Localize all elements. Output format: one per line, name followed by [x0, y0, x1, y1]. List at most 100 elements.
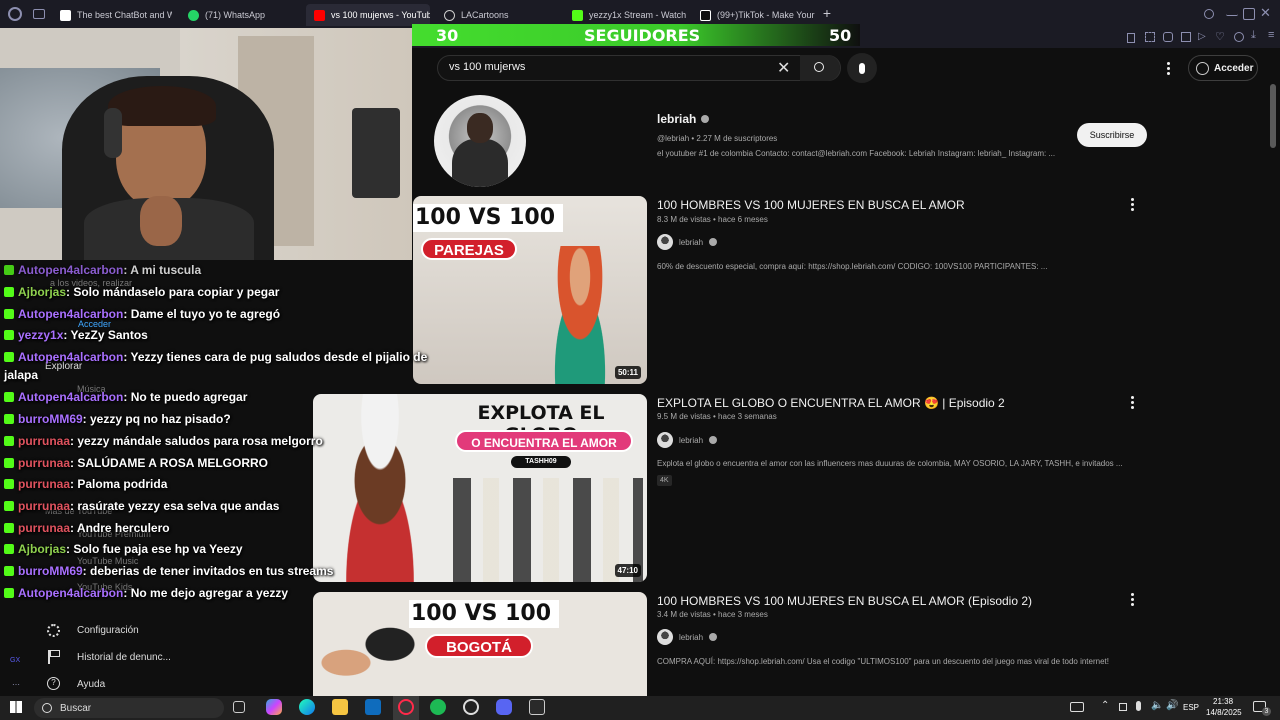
search-input[interactable]: vs 100 mujerws — [449, 61, 525, 73]
sidebar-icon[interactable] — [1181, 32, 1191, 42]
chat-username[interactable]: purrunaa — [18, 521, 70, 535]
maximize-icon[interactable] — [1243, 8, 1255, 20]
grid-icon[interactable]: ⋯ — [12, 680, 20, 689]
channel-description: el youtuber #1 de colombia Contacto: con… — [657, 149, 1056, 158]
chat-username[interactable]: purrunaa — [18, 434, 70, 448]
subscribe-button[interactable]: Suscribirse — [1077, 123, 1147, 147]
thumb-tag: PAREJAS — [421, 238, 517, 260]
task-view-icon[interactable] — [233, 701, 245, 713]
profile-icon[interactable] — [1234, 32, 1244, 42]
spotify-icon[interactable] — [430, 699, 446, 715]
sidebar-settings[interactable]: Configuración — [77, 625, 139, 636]
vpn-icon[interactable] — [1163, 32, 1173, 42]
taskbar-search[interactable]: Buscar — [34, 698, 224, 718]
video-menu-icon[interactable] — [1131, 198, 1135, 213]
minimize-icon[interactable] — [1226, 8, 1238, 16]
discord-icon[interactable] — [496, 699, 512, 715]
opera-logo-icon[interactable] — [8, 7, 22, 21]
chat-text: : deberias de tener invitados en tus str… — [82, 564, 334, 578]
chat-text: : Solo mándaselo para copiar y pegar — [66, 285, 280, 299]
clock-time[interactable]: 21:38 — [1213, 697, 1233, 706]
copilot-icon[interactable] — [266, 699, 282, 715]
tab-tiktok[interactable]: (99+)TikTok - Make Your — [692, 4, 816, 26]
chat-username[interactable]: Autopen4alcarbon — [18, 307, 123, 321]
channel-avatar[interactable] — [434, 95, 526, 187]
chat-username[interactable]: yezzy1x — [18, 328, 63, 342]
close-window-icon[interactable]: ✕ — [1260, 5, 1271, 21]
tab-lacartoons[interactable]: LACartoons — [436, 4, 560, 26]
video-title-3[interactable]: 100 HOMBRES VS 100 MUJERES EN BUSCA EL A… — [657, 594, 1032, 608]
outlook-icon[interactable] — [365, 699, 381, 715]
tab-chatbot[interactable]: The best ChatBot and Wi — [52, 4, 172, 26]
chat-username[interactable]: Autopen4alcarbon — [18, 586, 123, 600]
voice-search-button[interactable] — [847, 53, 877, 83]
sidebar-report-history[interactable]: Historial de denunc... — [77, 652, 171, 663]
new-tab-button[interactable]: + — [820, 6, 834, 20]
file-explorer-icon[interactable] — [332, 699, 348, 715]
sidebar-help[interactable]: Ayuda — [77, 679, 105, 690]
play-icon[interactable]: ▷ — [1198, 31, 1206, 42]
video-desc-2: Explota el globo o encuentra el amor con… — [657, 459, 1123, 468]
page-scrollbar[interactable] — [1270, 84, 1276, 148]
search-button[interactable] — [800, 55, 840, 81]
kick-favicon-icon — [572, 9, 583, 21]
chat-username[interactable]: purrunaa — [18, 499, 70, 513]
video-title-1[interactable]: 100 HOMBRES VS 100 MUJERES EN BUSCA EL A… — [657, 198, 965, 212]
network-icon[interactable] — [1119, 703, 1127, 711]
video-channel-1[interactable]: lebriah — [657, 234, 718, 250]
tab-island-icon[interactable] — [33, 9, 45, 19]
tray-chevron-icon[interactable]: ⌃ — [1101, 700, 1109, 711]
channel-name[interactable]: lebriah — [657, 112, 710, 126]
gx-corner-label: GX — [10, 657, 21, 664]
opera-gx-icon[interactable] — [398, 699, 414, 715]
chat-text: : yezzy mándale saludos para rosa melgor… — [70, 434, 323, 448]
speaker-icon[interactable]: 🔈 — [1151, 700, 1163, 711]
chat-username[interactable]: burroMM69 — [18, 412, 83, 426]
video-thumbnail-2[interactable]: EXPLOTA EL GLOBO O ENCUENTRA EL AMOR TAS… — [313, 394, 647, 582]
screenshot-icon[interactable] — [1145, 32, 1155, 42]
sign-in-button[interactable]: Acceder — [1188, 55, 1258, 81]
chat-message: Ajborjas: Solo mándaselo para copiar y p… — [4, 285, 279, 299]
video-channel-2[interactable]: lebriah — [657, 432, 718, 448]
webcam-hand — [140, 196, 182, 246]
input-language[interactable]: ESP — [1183, 703, 1199, 712]
chat-message: purrunaa: rasúrate yezzy esa selva que a… — [4, 499, 279, 513]
chatbot-favicon-icon — [60, 9, 71, 21]
chat-username[interactable]: purrunaa — [18, 456, 70, 470]
video-menu-icon[interactable] — [1131, 396, 1135, 411]
search-tabs-icon[interactable] — [1204, 9, 1214, 19]
kick-badge-icon — [4, 566, 14, 576]
video-meta-3: 3.4 M de vistas • hace 3 meses — [657, 610, 768, 619]
keyboard-icon[interactable] — [1070, 702, 1084, 712]
video-channel-3[interactable]: lebriah — [657, 629, 718, 645]
chat-username[interactable]: Ajborjas — [18, 542, 66, 556]
video-thumbnail-3[interactable]: 100 VS 100 BOGOTÁ — [313, 592, 647, 696]
volume-icon[interactable]: 🔊 — [1166, 700, 1178, 711]
heart-icon[interactable]: ♡ — [1215, 30, 1225, 43]
tab-kick[interactable]: yezzy1x Stream - Watch l — [564, 4, 688, 26]
tab-label: LACartoons — [461, 10, 509, 20]
video-title-2[interactable]: EXPLOTA EL GLOBO O ENCUENTRA EL AMOR 😍 |… — [657, 396, 1005, 410]
chat-username[interactable]: Autopen4alcarbon — [18, 390, 123, 404]
chat-username[interactable]: Ajborjas — [18, 285, 66, 299]
chat-username[interactable]: purrunaa — [18, 477, 70, 491]
clear-search-icon[interactable]: ✕ — [777, 58, 790, 78]
mic-tray-icon[interactable] — [1136, 701, 1141, 711]
chat-username[interactable]: Autopen4alcarbon — [18, 350, 123, 364]
windows-start-icon[interactable] — [10, 701, 22, 713]
notification-count: 3 — [1262, 707, 1271, 716]
bookmark-icon[interactable] — [1127, 33, 1135, 43]
menu-icon[interactable]: ≡ — [1268, 29, 1274, 41]
obs-icon[interactable] — [463, 699, 479, 715]
video-menu-icon[interactable] — [1131, 593, 1135, 608]
chat-username[interactable]: burroMM69 — [18, 564, 83, 578]
tab-whatsapp[interactable]: (71) WhatsApp — [180, 4, 304, 26]
tab-youtube[interactable]: vs 100 mujerws - YouTub — [306, 4, 430, 26]
epic-games-icon[interactable] — [529, 699, 545, 715]
video-thumbnail-1[interactable]: 100 VS 100 PAREJAS 50:11 — [413, 196, 647, 384]
followers-current: 30 — [436, 26, 459, 45]
edge-icon[interactable] — [299, 699, 315, 715]
more-options-icon[interactable] — [1167, 62, 1171, 77]
clock-date[interactable]: 14/8/2025 — [1206, 708, 1242, 717]
download-icon[interactable]: ⤓ — [1251, 29, 1256, 42]
